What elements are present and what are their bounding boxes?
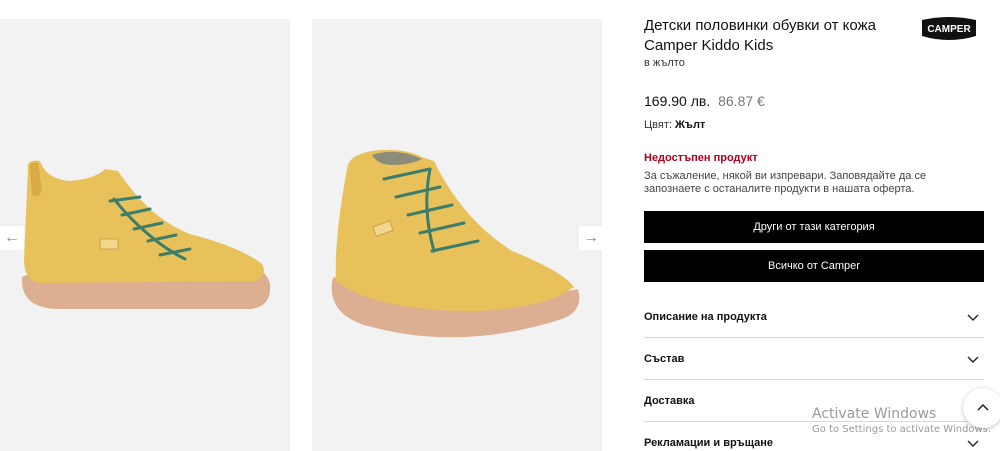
product-title: Детски половинки обувки от кожа Camper K… [644, 17, 876, 54]
color-row: Цвят: Жълт [644, 119, 705, 131]
svg-text:CAMPER: CAMPER [927, 24, 971, 35]
chevron-up-icon [977, 403, 989, 411]
accordion-description[interactable]: Описание на продукта [644, 296, 984, 338]
color-label: Цвят: [644, 119, 672, 131]
color-value: Жълт [674, 119, 706, 131]
accordion-composition[interactable]: Състав [644, 338, 984, 380]
gallery-prev-arrow[interactable]: ← [0, 226, 24, 250]
unavailable-message: За съжаление, някой ви изпревари. Заповя… [644, 170, 927, 195]
scroll-to-top-button[interactable] [963, 388, 1000, 428]
price-alt: 86.87 € [718, 93, 765, 109]
accordion-label: Рекламации и връщане [644, 437, 773, 449]
product-color-subtitle: в жълто [644, 57, 685, 69]
chevron-down-icon [967, 440, 979, 447]
watermark-subtitle: Go to Settings to activate Windows. [812, 424, 992, 435]
shoe-side-view-image [21, 160, 271, 309]
gallery-next-arrow[interactable]: → [579, 226, 603, 250]
product-image-angle[interactable] [312, 19, 602, 451]
shoe-angle-view-image [331, 149, 580, 338]
brand-button[interactable]: Всичко от Camper [644, 250, 984, 282]
camper-logo: CAMPER [922, 17, 976, 40]
chevron-down-icon [967, 356, 979, 363]
accordion-label: Доставка [644, 394, 695, 407]
product-gallery: ← → [0, 0, 620, 451]
chevron-down-icon [967, 314, 979, 321]
accordion-label: Описание на продукта [644, 310, 767, 323]
price-row: 169.90 лв. 86.87 € [644, 93, 765, 109]
product-image-side[interactable] [0, 19, 290, 451]
price-main: 169.90 лв. [644, 93, 711, 109]
product-info: Детски половинки обувки от кожа Camper K… [644, 0, 984, 451]
accordion-label: Състав [644, 352, 685, 365]
unavailable-label: Недостъпен продукт [644, 152, 758, 164]
category-button[interactable]: Други от тази категория [644, 211, 984, 243]
